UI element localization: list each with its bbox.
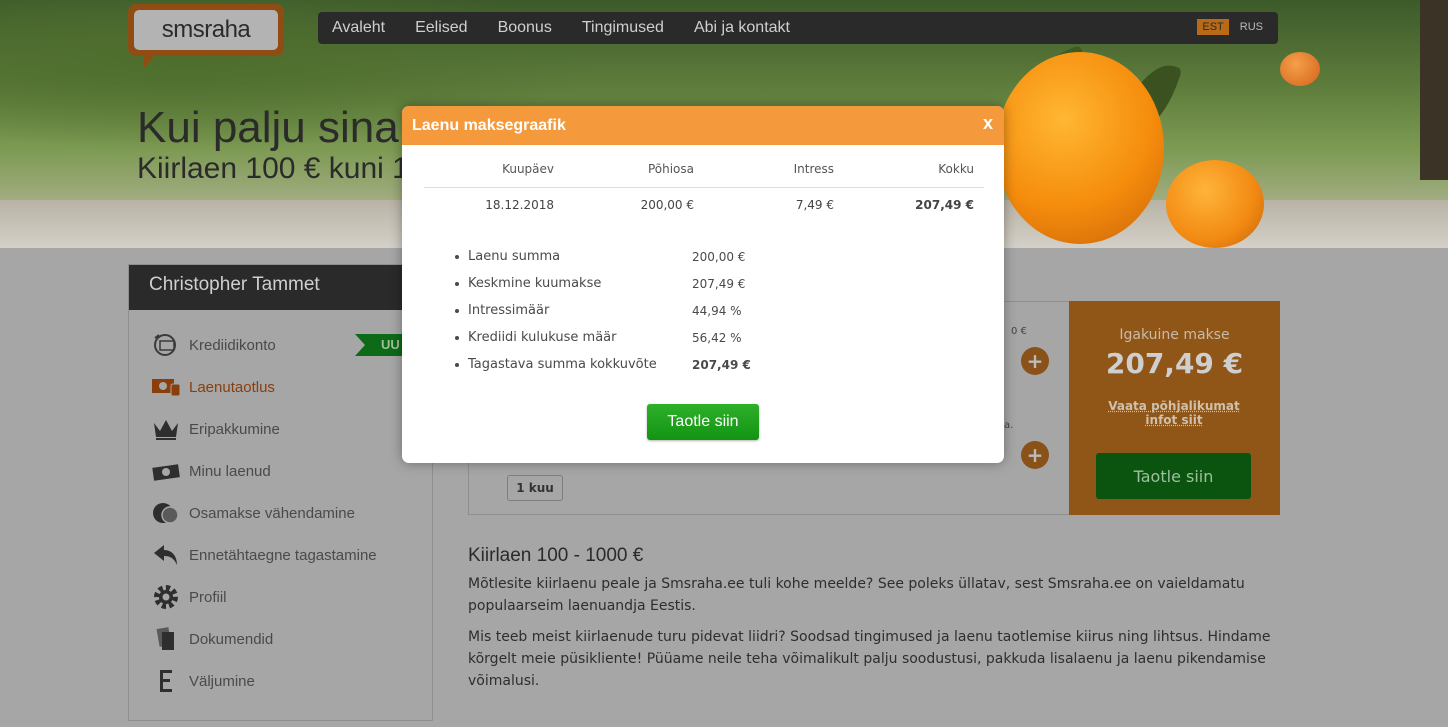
list-item: Keskmine kuumakse 207,49 € (455, 270, 792, 297)
list-item: Tagastava summa kokkuvõte 207,49 € (455, 351, 792, 378)
hero-orange-big (996, 52, 1164, 244)
sidebar-item-laenutaotlus[interactable]: Laenutaotlus (129, 366, 432, 408)
summary-label: Tagastava summa kokkuvõte (468, 357, 657, 372)
summary-value: 207,49 € (692, 276, 746, 291)
period-chip[interactable]: 1 kuu (507, 475, 563, 501)
modal-apply-button[interactable]: Taotle siin (647, 404, 759, 440)
sidebar-item-valjumine[interactable]: Väljumine (129, 660, 432, 702)
sidebar-item-dokumendid[interactable]: Dokumendid (129, 618, 432, 660)
nav-boonus[interactable]: Boonus (483, 19, 567, 37)
hero-orange-far (1280, 52, 1320, 86)
payment-schedule-modal: Laenu maksegraafik x Kuupäev Põhiosa Int… (402, 106, 1004, 463)
list-item: Laenu summa 200,00 € (455, 243, 792, 270)
sidebar-item-label: Ennetähtaegne tagastamine (189, 546, 377, 564)
column-header-interest: Intress (793, 162, 834, 176)
sidebar-item-label: Väljumine (189, 672, 255, 690)
hero-orange-small (1166, 160, 1264, 248)
documents-icon (151, 626, 181, 652)
modal-header: Laenu maksegraafik x (402, 106, 1004, 145)
amount-plus-button[interactable]: + (1021, 347, 1049, 375)
table-row: 18.12.2018 200,00 € 7,49 € 207,49 € (424, 188, 984, 222)
account-sidebar: Christopher Tammet Krediidikonto UU Laen… (128, 264, 433, 721)
sidebar-item-osamakse-vahendamine[interactable]: Osamakse vähendamine (129, 492, 432, 534)
sidebar-item-label: Minu laenud (189, 462, 271, 480)
coins-icon (151, 500, 181, 526)
column-header-total: Kokku (938, 162, 974, 176)
cell-total: 207,49 € (915, 198, 974, 212)
column-header-principal: Põhiosa (647, 162, 694, 176)
hero-tree (1420, 0, 1448, 180)
new-badge: UU (355, 334, 405, 356)
more-info-link[interactable]: Vaata põhjalikumat infot siit (1094, 399, 1254, 427)
calculator-apply-button[interactable]: Taotle siin (1096, 453, 1251, 499)
lang-rus[interactable]: RUS (1235, 19, 1268, 35)
sidebar-item-label: Laenutaotlus (189, 378, 275, 396)
article-paragraph: Mis teeb meist kiirlaenude turu pidevat … (468, 629, 1271, 689)
monthly-payment-label: Igakuine makse (1119, 327, 1230, 343)
lang-est[interactable]: EST (1197, 19, 1229, 35)
summary-value: 44,94 % (692, 303, 742, 318)
hero-title: Kui palju sina (137, 103, 399, 152)
payment-schedule-table: Kuupäev Põhiosa Intress Kokku 18.12.2018… (424, 162, 984, 222)
sidebar-item-minu-laenud[interactable]: Minu laenud (129, 450, 432, 492)
sidebar-item-ennetahtaegne-tagastamine[interactable]: Ennetähtaegne tagastamine (129, 534, 432, 576)
language-switcher: EST RUS (1197, 19, 1268, 35)
calculator-partial-text: a. (1004, 420, 1014, 431)
article: Kiirlaen 100 - 1000 € Mõtlesite kiirlaen… (468, 545, 1278, 701)
monthly-payment-value: 207,49 € (1105, 347, 1244, 380)
money-icon (151, 458, 181, 484)
summary-value: 200,00 € (692, 249, 746, 264)
summary-value: 207,49 € (692, 357, 751, 372)
list-item: Krediidi kulukuse määr 56,42 % (455, 324, 792, 351)
cell-date: 18.12.2018 (485, 198, 554, 212)
credit-account-icon (151, 332, 181, 358)
summary-value: 56,42 % (692, 330, 742, 345)
sidebar-item-label: Dokumendid (189, 630, 274, 648)
nav-abi-ja-kontakt[interactable]: Abi ja kontakt (679, 19, 805, 37)
article-heading: Kiirlaen 100 - 1000 € (468, 545, 644, 566)
article-paragraph: Mõtlesite kiirlaenu peale ja Smsraha.ee … (468, 576, 1245, 614)
cell-interest: 7,49 € (795, 198, 834, 212)
cell-principal: 200,00 € (640, 198, 694, 212)
crown-icon (151, 416, 181, 442)
summary-label: Krediidi kulukuse määr (468, 330, 617, 345)
loan-application-icon (151, 374, 181, 400)
close-icon[interactable]: x (983, 113, 993, 134)
logo-text: smsraha (134, 10, 278, 50)
sidebar-item-krediidikonto[interactable]: Krediidikonto UU (129, 324, 432, 366)
calculator-partial-amount: 0 € (1011, 326, 1027, 337)
gear-icon (151, 584, 181, 610)
sidebar-item-profiil[interactable]: Profiil (129, 576, 432, 618)
table-header: Kuupäev Põhiosa Intress Kokku (424, 162, 984, 188)
nav-avaleht[interactable]: Avaleht (318, 19, 400, 37)
nav-eelised[interactable]: Eelised (400, 19, 482, 37)
sidebar-item-label: Eripakkumine (189, 420, 280, 438)
summary-label: Laenu summa (468, 249, 561, 264)
hero-subtitle: Kiirlaen 100 € kuni 1 (137, 152, 409, 185)
sidebar-item-label: Krediidikonto (189, 336, 276, 354)
sidebar-menu: Krediidikonto UU Laenutaotlus Eripakkumi… (129, 310, 432, 702)
top-navigation: Avaleht Eelised Boonus Tingimused Abi ja… (318, 12, 1278, 44)
loan-summary-list: Laenu summa 200,00 € Keskmine kuumakse 2… (455, 243, 792, 378)
sidebar-item-label: Profiil (189, 588, 227, 606)
undo-arrow-icon (151, 542, 181, 568)
monthly-payment-panel: Igakuine makse 207,49 € Vaata põhjalikum… (1069, 301, 1280, 515)
modal-title: Laenu maksegraafik (412, 117, 566, 134)
sidebar-item-label: Osamakse vähendamine (189, 504, 355, 522)
sidebar-user-name: Christopher Tammet (129, 265, 432, 310)
period-plus-button[interactable]: + (1021, 441, 1049, 469)
column-header-date: Kuupäev (502, 162, 554, 176)
summary-label: Intressimäär (468, 303, 550, 318)
list-item: Intressimäär 44,94 % (455, 297, 792, 324)
nav-tingimused[interactable]: Tingimused (567, 19, 679, 37)
summary-label: Keskmine kuumakse (468, 276, 602, 291)
sidebar-item-eripakkumine[interactable]: Eripakkumine (129, 408, 432, 450)
exit-icon (151, 668, 181, 694)
logo-speech-tail (144, 54, 156, 68)
smsraha-logo[interactable]: smsraha (128, 4, 284, 68)
